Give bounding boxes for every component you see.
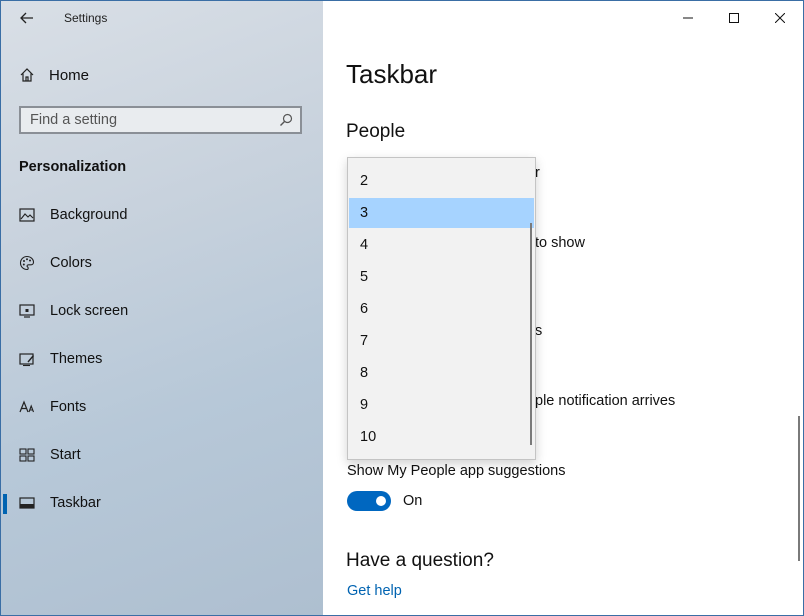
sidebar-item-taskbar[interactable]: Taskbar <box>1 486 323 520</box>
sidebar-item-label: Background <box>50 207 128 223</box>
sidebar-item-label: Colors <box>50 255 92 271</box>
dropdown-option[interactable]: 8 <box>349 358 534 388</box>
sidebar-item-label: Themes <box>50 351 103 367</box>
dropdown-option[interactable]: 6 <box>349 294 534 324</box>
app-title: Settings <box>64 11 108 25</box>
content-scrollbar[interactable] <box>798 416 800 561</box>
picture-icon <box>18 206 36 224</box>
setting-text-partial: s <box>535 323 543 339</box>
home-label: Home <box>49 66 90 84</box>
themes-icon <box>18 350 36 368</box>
sidebar-item-themes[interactable]: Themes <box>1 342 323 376</box>
lock-screen-icon <box>18 302 36 320</box>
palette-icon <box>18 254 36 272</box>
dropdown-option[interactable]: 7 <box>349 326 534 356</box>
dropdown-option[interactable]: 5 <box>349 262 534 292</box>
fonts-icon <box>18 398 36 416</box>
people-count-dropdown[interactable]: 2 3 4 5 6 7 8 9 10 <box>347 157 536 460</box>
dropdown-option[interactable]: 4 <box>349 230 534 260</box>
search-input[interactable] <box>21 111 272 129</box>
minimize-icon <box>683 17 693 19</box>
sidebar-item-fonts[interactable]: Fonts <box>1 390 323 424</box>
taskbar-icon <box>18 494 36 512</box>
back-button[interactable] <box>15 7 39 29</box>
toggle-state-text: On <box>403 493 423 509</box>
sidebar-item-start[interactable]: Start <box>1 438 323 472</box>
sidebar-item-label: Lock screen <box>50 303 129 319</box>
section-label: Personalization <box>19 159 127 175</box>
search-icon[interactable] <box>279 113 293 127</box>
setting-text-partial: ple notification arrives <box>535 393 676 409</box>
maximize-icon <box>729 13 739 23</box>
dropdown-scrollbar[interactable] <box>530 223 532 445</box>
dropdown-option-selected[interactable]: 3 <box>349 198 534 228</box>
question-heading: Have a question? <box>346 550 494 571</box>
maximize-button[interactable] <box>711 1 757 35</box>
page-title: Taskbar <box>346 59 438 89</box>
setting-text-partial: to show <box>535 235 585 251</box>
back-arrow-icon <box>20 12 33 24</box>
close-button[interactable] <box>757 1 803 35</box>
sidebar-item-label: Start <box>50 447 81 463</box>
home-button[interactable]: Home <box>19 63 89 87</box>
dropdown-option[interactable]: 2 <box>349 166 534 196</box>
close-icon <box>775 13 785 23</box>
dropdown-option[interactable]: 10 <box>349 422 534 452</box>
titlebar-left: Settings <box>1 1 323 35</box>
people-heading: People <box>346 121 406 142</box>
sidebar-item-colors[interactable]: Colors <box>1 246 323 280</box>
window-controls <box>665 1 803 35</box>
settings-window: Settings Home Personalization Background <box>0 0 804 616</box>
search-box[interactable] <box>19 106 302 134</box>
dropdown-option[interactable]: 9 <box>349 390 534 420</box>
get-help-link[interactable]: Get help <box>347 583 402 599</box>
sidebar-item-lock-screen[interactable]: Lock screen <box>1 294 323 328</box>
start-icon <box>18 446 36 464</box>
sidebar-item-background[interactable]: Background <box>1 198 323 232</box>
home-icon <box>20 68 34 82</box>
toggle-knob <box>376 496 386 506</box>
sidebar: Settings Home Personalization Background <box>1 1 323 615</box>
sidebar-item-label: Taskbar <box>50 495 101 511</box>
sidebar-item-label: Fonts <box>50 399 87 415</box>
minimize-button[interactable] <box>665 1 711 35</box>
app-suggestions-label: Show My People app suggestions <box>347 463 566 479</box>
app-suggestions-toggle[interactable] <box>347 491 391 511</box>
